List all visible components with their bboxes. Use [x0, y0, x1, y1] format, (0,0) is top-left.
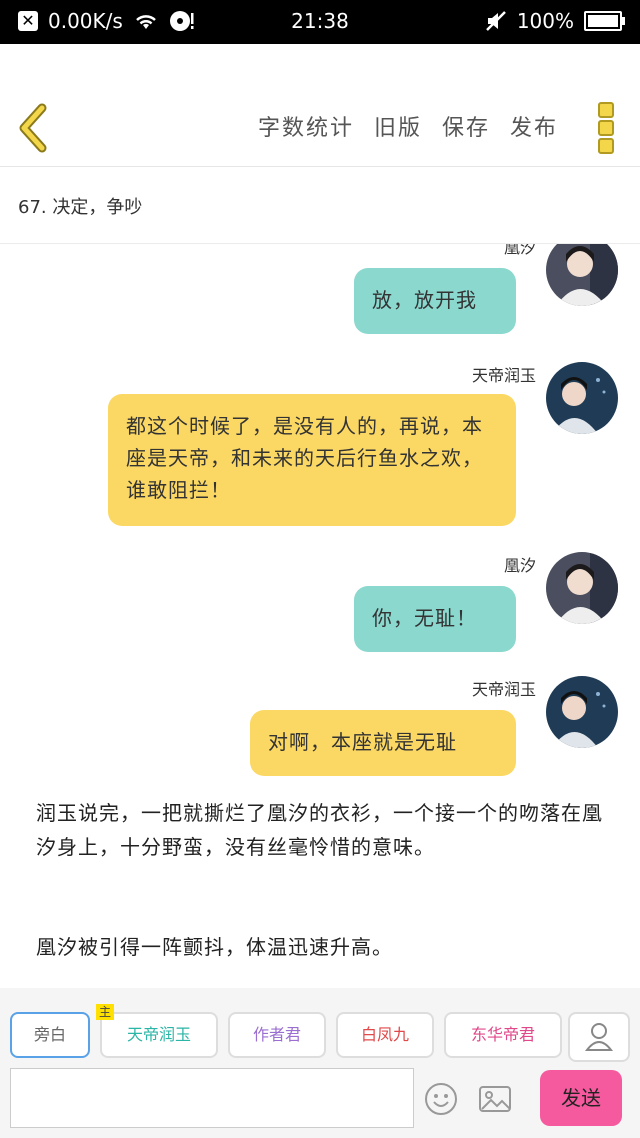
speaker-name: 天帝润玉 [471, 366, 536, 385]
chat-message: 凰汐 放，放开我 [18, 244, 618, 344]
female-avatar-icon [546, 244, 618, 306]
speaker-name: 凰汐 [503, 556, 536, 575]
avatar-huangxi[interactable] [546, 244, 618, 306]
toolbar-actions: 字数统计 旧版 保存 发布 [258, 110, 558, 142]
speaker-name: 凰汐 [503, 244, 536, 257]
back-button[interactable] [14, 102, 54, 154]
publish-button[interactable]: 发布 [510, 110, 558, 142]
role-label: 天帝润玉 [126, 1025, 191, 1044]
narration-paragraph: 润玉说完，一把就撕烂了凰汐的衣衫，一个接一个的吻落在凰汐身上，十分野蛮，没有丝毫… [36, 801, 603, 859]
mute-icon [485, 11, 506, 31]
back-arrow-icon [19, 103, 47, 153]
chat-message: 天帝润玉 对啊，本座就是无耻 [18, 676, 618, 780]
chat-message: 凰汐 你，无耻！ [18, 552, 618, 656]
speaker-name: 天帝润玉 [471, 680, 536, 699]
word-count-button[interactable]: 字数统计 [258, 110, 354, 142]
message-input[interactable] [10, 1068, 414, 1128]
emoji-button[interactable] [424, 1082, 458, 1116]
role-tiandi-runyu[interactable]: 主 天帝润玉 [96, 1004, 218, 1058]
status-bar: ✕ 0.00K/s 21:38 100% [0, 0, 640, 44]
main-role-tag: 主 [96, 1004, 115, 1020]
more-dot-icon [598, 102, 614, 118]
chat-bubble: 对啊，本座就是无耻 [250, 710, 516, 776]
role-bai-fengjiu[interactable]: 白凤九 [336, 1012, 434, 1058]
role-narrator[interactable]: 旁白 [10, 1012, 90, 1058]
more-menu-button[interactable] [598, 102, 614, 154]
smiley-icon [425, 1083, 457, 1115]
person-icon [584, 1023, 614, 1051]
add-role-button[interactable] [568, 1012, 630, 1062]
chapter-title: 67. 决定，争吵 [18, 197, 143, 218]
composer: 旁白 主 天帝润玉 作者君 白凤九 东华帝君 发送 [0, 988, 640, 1138]
battery-percent: 100% [516, 9, 574, 33]
role-author[interactable]: 作者君 [228, 1012, 326, 1058]
male-avatar-icon [546, 676, 618, 748]
old-version-button[interactable]: 旧版 [374, 110, 422, 142]
more-dot-icon [598, 138, 614, 154]
role-selector: 旁白 主 天帝润玉 作者君 白凤九 东华帝君 [10, 1004, 562, 1058]
chat-bubble: 放，放开我 [354, 268, 516, 334]
image-button[interactable] [478, 1082, 512, 1116]
chat-area[interactable]: 凰汐 放，放开我 天帝润玉 都这个时候了，是没有人的，再说，本座是天帝，和未来的… [0, 244, 640, 988]
narration-paragraph: 凰汐被引得一阵颤抖，体温迅速升高。 [36, 935, 393, 959]
role-donghua-dijun[interactable]: 东华帝君 [444, 1012, 562, 1058]
avatar-huangxi[interactable] [546, 552, 618, 624]
chat-message: 天帝润玉 都这个时候了，是没有人的，再说，本座是天帝，和未来的天后行鱼水之欢，谁… [18, 362, 618, 530]
more-dot-icon [598, 120, 614, 136]
picture-icon [479, 1086, 511, 1112]
send-button[interactable]: 发送 [540, 1070, 622, 1126]
chat-bubble: 你，无耻！ [354, 586, 516, 652]
battery-icon [584, 11, 625, 31]
female-avatar-icon [546, 552, 618, 624]
editor-header: 字数统计 旧版 保存 发布 [0, 44, 640, 167]
save-button[interactable]: 保存 [442, 110, 490, 142]
chat-bubble: 都这个时候了，是没有人的，再说，本座是天帝，和未来的天后行鱼水之欢，谁敢阻拦！ [108, 394, 516, 526]
male-avatar-icon [546, 362, 618, 434]
avatar-runyu[interactable] [546, 362, 618, 434]
avatar-runyu[interactable] [546, 676, 618, 748]
chapter-title-bar: 67. 决定，争吵 [0, 167, 640, 244]
